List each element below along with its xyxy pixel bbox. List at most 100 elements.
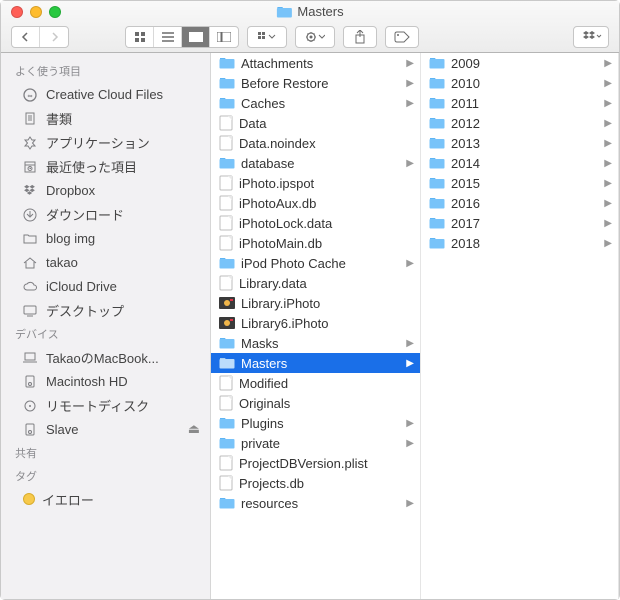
sidebar-item[interactable]: ∞Creative Cloud Files (1, 82, 210, 106)
remote-icon (21, 396, 39, 414)
sidebar-item-label: アプリケーション (46, 133, 150, 152)
eject-icon[interactable]: ⏏ (188, 421, 200, 437)
back-button[interactable] (12, 27, 40, 47)
view-buttons (125, 26, 239, 48)
file-row[interactable]: 2011▶ (421, 93, 618, 113)
file-row[interactable]: Masks▶ (211, 333, 420, 353)
file-row[interactable]: ProjectDBVersion.plist (211, 453, 420, 473)
gallery-view-button[interactable] (210, 27, 238, 47)
column-view-button[interactable] (182, 27, 210, 47)
sidebar-item[interactable]: Dropbox (1, 178, 210, 202)
sidebar-item-label: 最近使った項目 (46, 157, 137, 176)
file-row[interactable]: 2010▶ (421, 73, 618, 93)
content: よく使う項目∞Creative Cloud Files書類アプリケーション最近使… (1, 53, 619, 599)
file-row[interactable]: iPhotoLock.data (211, 213, 420, 233)
file-row[interactable]: Plugins▶ (211, 413, 420, 433)
sidebar-item-label: Slave (46, 422, 79, 437)
file-row[interactable]: private▶ (211, 433, 420, 453)
file-row[interactable]: Modified (211, 373, 420, 393)
file-row[interactable]: Before Restore▶ (211, 73, 420, 93)
zoom-button[interactable] (49, 6, 61, 18)
file-row[interactable]: Projects.db (211, 473, 420, 493)
tags-button[interactable] (385, 26, 419, 48)
file-row[interactable]: Attachments ▶ (211, 53, 420, 73)
file-row[interactable]: 2018▶ (421, 233, 618, 253)
chevron-right-icon: ▶ (406, 58, 414, 69)
downloads-icon (21, 205, 39, 223)
column-browser: Attachments▶Before Restore▶Caches▶DataDa… (211, 53, 619, 599)
sidebar-item-label: Macintosh HD (46, 374, 128, 389)
file-row[interactable]: 2014▶ (421, 153, 618, 173)
file-row[interactable]: iPod Photo Cache▶ (211, 253, 420, 273)
file-row[interactable]: 2009▶ (421, 53, 618, 73)
sidebar-item[interactable]: Slave ⏏ (1, 417, 210, 441)
file-name: 2011 (451, 96, 598, 111)
close-button[interactable] (11, 6, 23, 18)
sidebar-item[interactable]: デスクトップ (1, 298, 210, 322)
sidebar-section-header: デバイス (1, 322, 210, 345)
file-name: 2012 (451, 116, 598, 131)
home-icon (21, 253, 39, 271)
file-name: iPod Photo Cache (241, 256, 400, 271)
share-button[interactable] (343, 26, 377, 48)
file-row[interactable]: Data.noindex (211, 133, 420, 153)
chevron-right-icon: ▶ (604, 78, 612, 89)
file-row[interactable]: 2013▶ (421, 133, 618, 153)
sidebar-item[interactable]: ダウンロード (1, 202, 210, 226)
file-row[interactable]: database ▶ (211, 153, 420, 173)
desktop-icon (21, 301, 39, 319)
file-row[interactable]: Caches▶ (211, 93, 420, 113)
file-name: Attachments (241, 56, 400, 71)
file-row[interactable]: 2016▶ (421, 193, 618, 213)
file-name: 2013 (451, 136, 598, 151)
file-row[interactable]: 2017▶ (421, 213, 618, 233)
sidebar-item[interactable]: 最近使った項目 (1, 154, 210, 178)
sidebar-item[interactable]: 書類 (1, 106, 210, 130)
sidebar-item[interactable]: iCloud Drive (1, 274, 210, 298)
file-row[interactable]: Masters▶ (211, 353, 420, 373)
file-row[interactable]: iPhotoMain.db (211, 233, 420, 253)
file-row[interactable]: Data (211, 113, 420, 133)
minimize-button[interactable] (30, 6, 42, 18)
file-row[interactable]: iPhotoAux.db (211, 193, 420, 213)
file-name: Library.data (239, 276, 414, 291)
file-name: Data.noindex (239, 136, 414, 151)
file-name: iPhotoMain.db (239, 236, 414, 251)
titlebar: Masters (1, 1, 619, 53)
file-name: Before Restore (241, 76, 400, 91)
file-row[interactable]: Library.data (211, 273, 420, 293)
nav-buttons (11, 26, 69, 48)
action-button[interactable] (295, 26, 335, 48)
file-name: database (241, 156, 400, 171)
sidebar-item-label: ダウンロード (46, 205, 124, 224)
file-row[interactable]: resources▶ (211, 493, 420, 513)
file-row[interactable]: 2012▶ (421, 113, 618, 133)
file-row[interactable]: Library6.iPhoto (211, 313, 420, 333)
file-row[interactable]: Library.iPhoto (211, 293, 420, 313)
window-controls (1, 6, 61, 18)
sidebar-item[interactable]: blog img (1, 226, 210, 250)
sidebar-item[interactable]: takao (1, 250, 210, 274)
forward-button[interactable] (40, 27, 68, 47)
chevron-right-icon: ▶ (604, 198, 612, 209)
file-row[interactable]: Originals (211, 393, 420, 413)
chevron-right-icon: ▶ (604, 218, 612, 229)
file-row[interactable]: 2015▶ (421, 173, 618, 193)
sidebar-item[interactable]: Macintosh HD (1, 369, 210, 393)
file-name: Modified (239, 376, 414, 391)
chevron-right-icon: ▶ (406, 158, 414, 169)
apps-icon (21, 133, 39, 151)
list-view-button[interactable] (154, 27, 182, 47)
file-row[interactable]: iPhoto.ipspot (211, 173, 420, 193)
sidebar-item-label: Creative Cloud Files (46, 87, 163, 102)
sidebar-item[interactable]: リモートディスク (1, 393, 210, 417)
icon-view-button[interactable] (126, 27, 154, 47)
file-name: Masters (241, 356, 400, 371)
toolbar (1, 23, 619, 52)
dropbox-button[interactable] (573, 26, 609, 48)
sidebar-item[interactable]: アプリケーション (1, 130, 210, 154)
sidebar-item[interactable]: TakaoのMacBook... (1, 345, 210, 369)
column: Attachments▶Before Restore▶Caches▶DataDa… (211, 53, 421, 599)
arrange-button[interactable] (247, 26, 287, 48)
sidebar-item[interactable]: イエロー (1, 487, 210, 511)
